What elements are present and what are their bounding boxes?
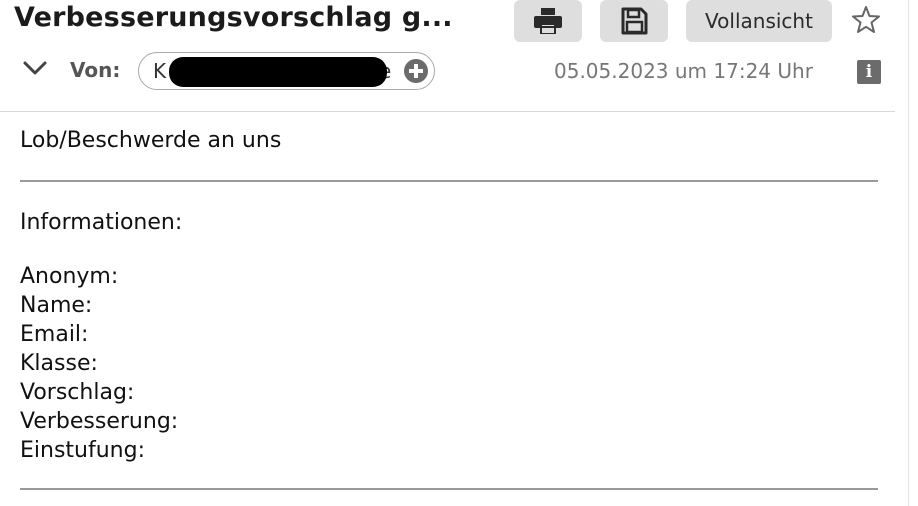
field-label: Einstufung: [20, 438, 145, 463]
plus-circle-icon[interactable] [403, 58, 429, 84]
mail-header: Verbesserungsvorschlag g... Vollansicht … [0, 0, 895, 112]
mail-date: 05.05.2023 um 17:24 Uhr [554, 59, 813, 83]
save-icon [621, 7, 648, 35]
intro-text: Lob/Beschwerde an uns [20, 128, 282, 153]
from-label: Von: [70, 58, 121, 82]
print-button[interactable] [514, 0, 582, 42]
divider [20, 180, 878, 182]
printer-icon [534, 8, 562, 34]
field-label: Verbesserung: [20, 409, 179, 434]
star-icon[interactable] [850, 4, 882, 36]
redaction-bar [169, 57, 387, 87]
scrollbar[interactable] [908, 0, 918, 506]
field-label: Anonym: [20, 264, 119, 289]
sender-chip[interactable]: K e [138, 52, 435, 90]
divider [20, 488, 878, 490]
field-label: Name: [20, 293, 93, 318]
field-label: Vorschlag: [20, 380, 135, 405]
field-label: Email: [20, 322, 89, 347]
info-icon[interactable]: i [857, 60, 881, 84]
full-view-button[interactable]: Vollansicht [686, 0, 832, 42]
field-label: Klasse: [20, 351, 98, 376]
section-title: Informationen: [20, 210, 183, 235]
save-button[interactable] [600, 0, 668, 42]
chevron-down-icon[interactable] [22, 58, 48, 78]
mail-subject: Verbesserungsvorschlag g... [14, 2, 453, 33]
field-list: Anonym: Name: Email: Klasse: Vorschlag: … [20, 262, 178, 465]
sender-name-start: K [153, 59, 167, 83]
